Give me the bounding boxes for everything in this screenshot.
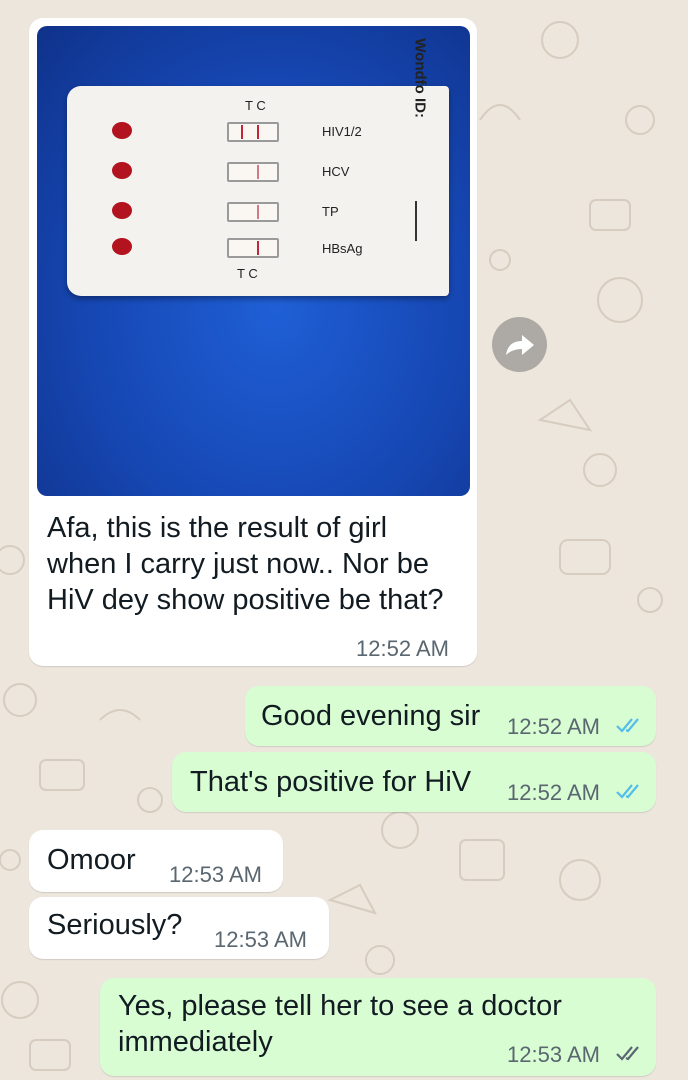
outgoing-message[interactable]: That's positive for HiV 12:52 AM [172,752,656,812]
sample-well-3 [112,202,132,219]
result-window-hiv [227,122,279,142]
read-receipt-icon [616,784,639,799]
result-window-hbsag [227,238,279,258]
id-line [415,201,417,241]
row-label-hbsag: HBsAg [322,241,363,256]
result-window-hcv [227,162,279,182]
message-time: 12:52 AM [507,780,600,805]
forward-button[interactable] [492,317,547,372]
incoming-message[interactable]: Omoor 12:53 AM [29,830,283,892]
sample-well-1 [112,122,132,139]
forward-share-icon [506,335,534,355]
test-kit-photo[interactable]: T C T C HIV1/2 HCV TP HBsAg Wondfo ID: [37,26,470,496]
sample-well-2 [112,162,132,179]
message-time: 12:52 AM [356,636,449,661]
top-letters: T C [245,98,266,113]
outgoing-message[interactable]: Good evening sir 12:52 AM [245,686,656,746]
bottom-letters: T C [237,266,258,281]
message-time: 12:52 AM [507,714,600,739]
message-text: That's positive for HiV [190,766,472,798]
sample-well-4 [112,238,132,255]
message-time: 12:53 AM [214,927,307,952]
read-receipt-icon [616,1046,639,1061]
message-time: 12:53 AM [169,862,262,887]
brand-label: Wondfo ID: [412,38,429,118]
message-text: Seriously? [47,909,183,941]
incoming-image-message[interactable]: T C T C HIV1/2 HCV TP HBsAg Wondfo ID: A… [29,18,477,666]
message-text: Good evening sir [261,700,481,732]
outgoing-message[interactable]: Yes, please tell her to see a doctor imm… [100,978,656,1076]
incoming-message[interactable]: Seriously? 12:53 AM [29,897,329,959]
row-label-hcv: HCV [322,164,350,179]
read-receipt-icon [616,718,639,733]
message-time: 12:53 AM [507,1042,600,1067]
row-label-hiv: HIV1/2 [322,124,362,139]
result-window-tp [227,202,279,222]
message-text: Omoor [47,844,136,876]
row-label-tp: TP [322,204,339,219]
image-caption: Afa, this is the result of girl when I c… [47,512,444,616]
rapid-test-cassette: T C T C HIV1/2 HCV TP HBsAg Wondfo ID: [67,38,449,296]
